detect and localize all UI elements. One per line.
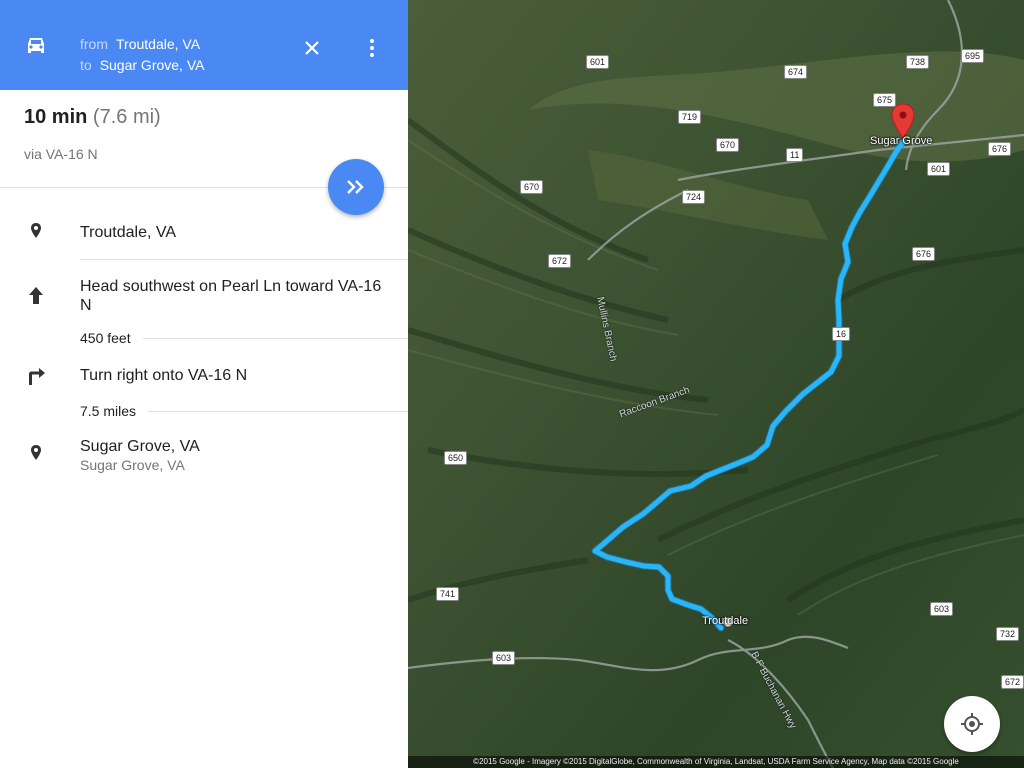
road-shield: 11 [786, 148, 804, 162]
arrow-up-icon [29, 287, 43, 304]
turn-right-icon [29, 368, 45, 385]
my-location-button[interactable] [944, 696, 1000, 752]
step-start-location[interactable]: Troutdale, VA [80, 223, 390, 242]
road-shield: 676 [988, 142, 1012, 156]
map-view[interactable]: 601 674 738 695 675 719 670 11 676 601 6… [408, 0, 1024, 768]
road-shield: 741 [436, 587, 460, 601]
road-shield: 603 [930, 602, 954, 616]
road-shield: 670 [716, 138, 740, 152]
my-location-icon [961, 713, 983, 735]
place-pin-icon [31, 223, 41, 238]
place-pin-icon [31, 445, 41, 460]
road-shield: 675 [873, 93, 897, 107]
road-shield: 672 [1001, 675, 1024, 689]
step-turn-right[interactable]: Turn right onto VA-16 N [80, 366, 390, 385]
road-shield: 601 [927, 162, 951, 176]
to-value[interactable]: Sugar Grove, VA [100, 57, 205, 73]
route-via: via VA-16 N [24, 146, 98, 162]
step-distance: 450 feet [80, 330, 131, 346]
step-distance-row: 450 feet [80, 328, 408, 348]
road-shield: 670 [520, 180, 544, 194]
road-shield: 738 [906, 55, 930, 69]
road-shield: 650 [444, 451, 468, 465]
route-endpoints: from Troutdale, VA to Sugar Grove, VA [80, 34, 204, 76]
more-vert-icon[interactable] [360, 36, 384, 60]
road-shield: 601 [586, 55, 610, 69]
travel-distance: (7.6 mi) [92, 106, 161, 128]
road-shield: 695 [961, 49, 985, 63]
start-navigation-button[interactable] [328, 159, 384, 215]
road-shield: 676 [912, 247, 936, 261]
step-divider [80, 259, 408, 260]
road-shield: 672 [548, 254, 572, 268]
step-distance: 7.5 miles [80, 403, 137, 419]
travel-time: 10 min [24, 106, 88, 128]
close-icon[interactable] [300, 36, 324, 60]
directions-header: from Troutdale, VA to Sugar Grove, VA [0, 0, 408, 90]
map-attribution: ©2015 Google - Imagery ©2015 DigitalGlob… [408, 756, 1024, 768]
from-label: from [80, 36, 108, 52]
from-value[interactable]: Troutdale, VA [116, 36, 200, 52]
road-shield: 724 [682, 190, 706, 204]
route-summary: 10 min (7.6 mi) [24, 106, 161, 129]
road-shield: 719 [678, 110, 702, 124]
road-shield: 674 [784, 65, 808, 79]
place-label-sugar-grove[interactable]: Sugar Grove [870, 135, 932, 147]
directions-panel: from Troutdale, VA to Sugar Grove, VA 10 m… [0, 0, 408, 768]
step-destination-sub: Sugar Grove, VA [80, 457, 185, 473]
to-label: to [80, 57, 92, 73]
step-distance-row: 7.5 miles [80, 401, 408, 421]
place-label-troutdale[interactable]: Troutdale [702, 615, 748, 627]
step-destination[interactable]: Sugar Grove, VA [80, 437, 390, 456]
road-shield: 732 [996, 627, 1020, 641]
double-chevron-right-icon [347, 180, 364, 194]
step-head-southwest[interactable]: Head southwest on Pearl Ln toward VA-16 … [80, 277, 390, 315]
road-shield: 603 [492, 651, 516, 665]
road-shield: 16 [832, 327, 851, 341]
car-icon [28, 38, 44, 53]
